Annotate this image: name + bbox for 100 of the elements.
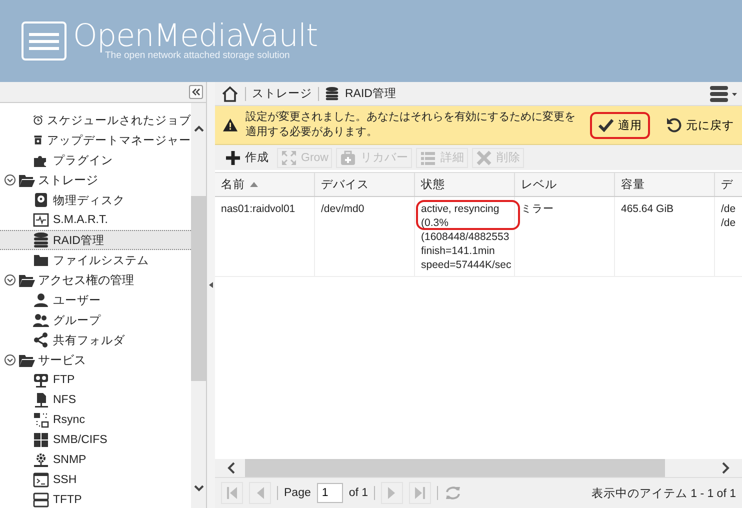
toolbar-button[interactable]: 作成 bbox=[221, 148, 273, 168]
tree-item[interactable]: スケジュールされたジョブ bbox=[0, 110, 191, 130]
folder-icon bbox=[19, 174, 35, 186]
tree-item-label: ユーザー bbox=[53, 294, 101, 308]
scroll-left-icon[interactable] bbox=[227, 462, 235, 474]
table-cell-text: active, resyncing (0.3% (1608448/4882553 finish=141.1min speed=57444K/sec bbox=[421, 202, 512, 272]
tree-item-label: TFTP bbox=[53, 494, 82, 506]
server-icon bbox=[33, 492, 49, 508]
tree-item-label: ファイルシステム bbox=[53, 254, 149, 268]
column-header[interactable]: 容量 bbox=[615, 173, 715, 196]
app-title: OpenMediaVault bbox=[73, 19, 318, 53]
checkmark-icon[interactable] bbox=[598, 118, 614, 132]
tree-item[interactable]: SMB/CIFS bbox=[0, 430, 191, 450]
collapse-icon[interactable] bbox=[4, 354, 16, 366]
plus-icon[interactable] bbox=[225, 150, 241, 166]
tree-item[interactable]: Rsync bbox=[0, 410, 191, 430]
refresh-icon[interactable] bbox=[444, 485, 462, 501]
tree-item[interactable]: 共有フォルダ bbox=[0, 330, 191, 350]
tree-item-label: SNMP bbox=[53, 454, 86, 466]
tree-item[interactable]: ファイルシステム bbox=[0, 250, 191, 270]
revert-button[interactable]: 元に戻す bbox=[658, 111, 742, 139]
tree-item-label: アップデートマネージャー bbox=[47, 133, 191, 148]
tree-item[interactable]: ユーザー bbox=[0, 290, 191, 310]
user-icon bbox=[33, 292, 49, 308]
table-cell-text: nas01:raidvol01 bbox=[221, 202, 296, 216]
gear-icon bbox=[33, 452, 49, 468]
tree-item-label: S.M.A.R.T. bbox=[53, 214, 108, 226]
tree-group[interactable]: サービス bbox=[0, 350, 191, 370]
undo-icon[interactable] bbox=[666, 117, 682, 133]
scrollbar-thumb[interactable] bbox=[245, 459, 666, 477]
notice-message: 設定が変更されました。あなたはそれらを有効にするために変更を適用する必要があります。 bbox=[246, 110, 577, 140]
table-cell-text: ミラー bbox=[521, 202, 555, 216]
page-label: Page bbox=[284, 487, 311, 499]
breadcrumb-item[interactable]: RAID管理 bbox=[345, 86, 396, 101]
tree-item[interactable]: グループ bbox=[0, 310, 191, 330]
tree-item[interactable]: FTP bbox=[0, 370, 191, 390]
last-page-button[interactable] bbox=[409, 482, 432, 504]
collapse-arrow-icon[interactable] bbox=[209, 282, 213, 288]
breadcrumb-item[interactable]: ストレージ bbox=[252, 86, 312, 101]
column-header[interactable]: レベル bbox=[515, 173, 615, 196]
tree-group[interactable]: アクセス権の管理 bbox=[0, 270, 191, 290]
scroll-down-icon[interactable] bbox=[194, 485, 204, 492]
sort-ascending-icon[interactable] bbox=[250, 182, 258, 187]
tree-item[interactable]: RAID管理 bbox=[0, 230, 191, 250]
column-header[interactable]: 状態 bbox=[415, 173, 515, 196]
home-icon[interactable] bbox=[221, 86, 239, 102]
users-icon bbox=[33, 312, 49, 328]
pulse-icon bbox=[33, 212, 49, 228]
first-page-button[interactable] bbox=[221, 482, 243, 504]
scroll-right-icon[interactable] bbox=[722, 462, 730, 474]
tree-group[interactable]: ストレージ bbox=[0, 170, 191, 190]
page-count: of 1 bbox=[348, 487, 368, 499]
tree-item[interactable]: アップデートマネージャー bbox=[0, 130, 191, 150]
collapse-icon[interactable] bbox=[4, 274, 16, 286]
column-header[interactable]: デバイス bbox=[315, 173, 415, 196]
table-cell-text: /de /de bbox=[721, 202, 737, 230]
share-icon bbox=[33, 332, 49, 348]
tree-item[interactable]: TFTP bbox=[0, 490, 191, 508]
collapse-icon[interactable] bbox=[4, 174, 16, 186]
folder-icon bbox=[19, 274, 35, 286]
clock-icon bbox=[33, 112, 43, 128]
tree-item[interactable]: SSH bbox=[0, 470, 191, 490]
tree-group-label: アクセス権の管理 bbox=[38, 272, 134, 288]
first-page-icon[interactable] bbox=[227, 487, 237, 499]
app-subtitle: The open network attached storage solution bbox=[105, 50, 290, 61]
last-page-icon[interactable] bbox=[415, 487, 426, 499]
logo-icon bbox=[21, 21, 67, 61]
db-icon bbox=[33, 232, 49, 248]
tree-item-label: SSH bbox=[53, 474, 77, 486]
tree-item-label: SMB/CIFS bbox=[53, 434, 108, 446]
database-icon bbox=[325, 86, 339, 101]
tree-item[interactable]: NFS bbox=[0, 390, 191, 410]
column-header[interactable]: 名前 bbox=[215, 173, 315, 196]
scrollbar[interactable] bbox=[215, 459, 742, 477]
scrollbar[interactable] bbox=[191, 103, 206, 508]
column-header[interactable]: デ bbox=[715, 173, 742, 196]
scrollbar-thumb[interactable] bbox=[191, 196, 206, 381]
tree-item-label: RAID管理 bbox=[53, 234, 104, 248]
next-page-button[interactable] bbox=[381, 482, 404, 504]
menu-button[interactable] bbox=[710, 86, 738, 102]
tree-item-label: FTP bbox=[53, 374, 75, 386]
tree-item[interactable]: 物理ディスク bbox=[0, 190, 191, 210]
previous-page-icon[interactable] bbox=[256, 487, 264, 499]
tree-item[interactable]: S.M.A.R.T. bbox=[0, 210, 191, 230]
tree-item[interactable]: プラグイン bbox=[0, 150, 191, 170]
table-cell-text: /dev/md0 bbox=[321, 202, 366, 216]
paging-summary: 表示中のアイテム 1 - 1 of 1 bbox=[591, 486, 736, 500]
next-page-icon[interactable] bbox=[388, 487, 396, 499]
tree-item-label: グループ bbox=[53, 313, 101, 328]
apply-button[interactable]: 適用 bbox=[590, 112, 650, 138]
scroll-up-icon[interactable] bbox=[194, 125, 204, 132]
tree-item-label: 物理ディスク bbox=[53, 194, 125, 208]
tree-item[interactable]: SNMP bbox=[0, 450, 191, 470]
warning-icon bbox=[223, 118, 238, 132]
folder-icon bbox=[33, 252, 49, 268]
page-input[interactable]: 1 bbox=[316, 483, 343, 503]
tree-item-label: プラグイン bbox=[53, 153, 113, 168]
tree-item-label: スケジュールされたジョブ bbox=[47, 114, 191, 128]
previous-page-button[interactable] bbox=[249, 482, 271, 504]
tree-item-label: 共有フォルダ bbox=[53, 334, 125, 348]
